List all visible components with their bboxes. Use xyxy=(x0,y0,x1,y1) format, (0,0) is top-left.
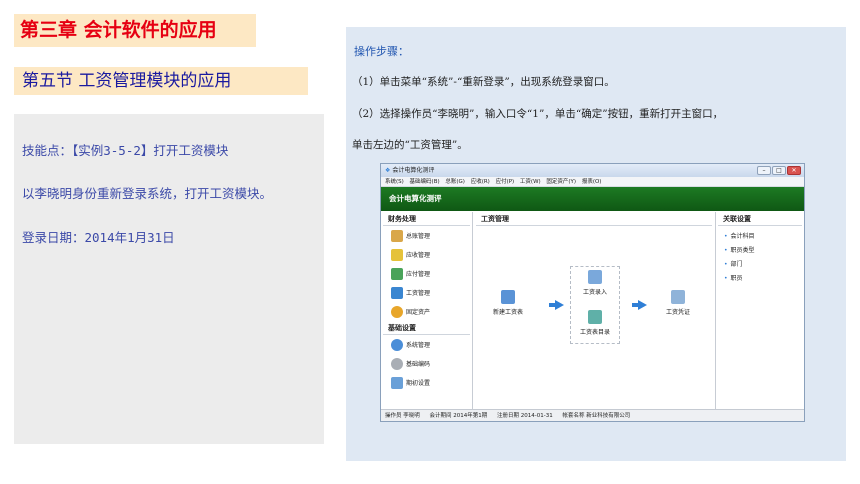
menu-fixed-assets[interactable]: 固定资产(Y) xyxy=(546,179,576,185)
nav-fixed-assets[interactable]: 固定资产 xyxy=(381,302,472,321)
close-button[interactable]: ✕ xyxy=(787,166,801,175)
maximize-button[interactable]: □ xyxy=(772,166,786,175)
menu-receivables[interactable]: 应收(R) xyxy=(471,179,490,185)
left-nav: 财务处理 总账管理 应收管理 应付管理 工资管理 固定资产 基础设置 系统管理 … xyxy=(381,212,473,409)
status-bar: 操作员 李晓明 会计期间 2014年第1期 注册日期 2014-01-31 帐套… xyxy=(381,409,804,421)
nav-label: 工资管理 xyxy=(406,290,431,297)
salary-voucher-node[interactable]: 工资凭证 xyxy=(656,290,700,316)
step-1: （1）单击菜单“系统”-“重新登录”，出现系统登录窗口。 xyxy=(352,76,615,88)
step-2-continued: 单击左边的“工资管理”。 xyxy=(352,139,468,151)
fixed-assets-icon xyxy=(391,305,403,318)
salary-list-icon xyxy=(588,310,602,324)
related-settings-panel: 关联设置 会计科目 职员类型 部门 职员 xyxy=(715,212,804,409)
status-date: 注册日期 2014-01-31 xyxy=(497,413,553,419)
related-link-employee-types[interactable]: 职员类型 xyxy=(716,244,804,258)
chapter-title: 第三章 会计软件的应用 xyxy=(14,14,256,47)
minimize-button[interactable]: – xyxy=(757,166,771,175)
system-management-icon xyxy=(391,338,403,351)
node-label: 工资录入 xyxy=(582,289,607,296)
salary-voucher-icon xyxy=(671,290,685,304)
nav-basic-codes[interactable]: 基础编码 xyxy=(381,354,472,373)
payroll-icon xyxy=(391,286,403,299)
title-bar: ❖ 会计电算化测评 – □ ✕ xyxy=(381,164,804,177)
basic-settings-header: 基础设置 xyxy=(383,321,470,335)
payroll-header: 工资管理 xyxy=(476,212,712,226)
nav-label: 应收管理 xyxy=(406,252,431,259)
related-link-accounts[interactable]: 会计科目 xyxy=(716,230,804,244)
related-link-departments[interactable]: 部门 xyxy=(716,258,804,272)
new-table-icon xyxy=(501,290,515,304)
new-salary-table-node[interactable]: 新建工资表 xyxy=(486,290,530,316)
nav-label: 总账管理 xyxy=(406,233,431,240)
gear-icon xyxy=(391,357,403,370)
steps-header: 操作步骤： xyxy=(354,45,409,58)
status-account: 帐套名称 新业科技有限公司 xyxy=(562,413,631,419)
menu-basic-codes[interactable]: 基础编码(B) xyxy=(410,179,440,185)
date-line: 登录日期：2014年1月31日 xyxy=(22,230,175,245)
node-label: 工资凭证 xyxy=(665,309,690,316)
nav-payables[interactable]: 应付管理 xyxy=(381,264,472,283)
payables-icon xyxy=(391,267,403,280)
salary-list-node[interactable]: 工资表目录 xyxy=(573,310,617,336)
step-2: （2）选择操作员“李晓明”，输入口令“1”，单击“确定”按钮，重新打开主窗口， xyxy=(352,108,724,120)
status-operator: 操作员 李晓明 xyxy=(385,413,420,419)
finance-header: 财务处理 xyxy=(383,212,470,226)
menu-general-ledger[interactable]: 总账(G) xyxy=(445,179,465,185)
related-link-employees[interactable]: 职员 xyxy=(716,272,804,286)
nav-general-ledger[interactable]: 总账管理 xyxy=(381,226,472,245)
app-logo-icon: ❖ xyxy=(385,167,391,174)
nav-system-management[interactable]: 系统管理 xyxy=(381,335,472,354)
app-banner: 会计电算化测评 xyxy=(381,187,804,211)
task-line: 以李晓明身份重新登录系统，打开工资模块。 xyxy=(22,186,273,201)
ledger-icon xyxy=(391,229,403,242)
node-label: 新建工资表 xyxy=(492,309,523,316)
nav-receivables[interactable]: 应收管理 xyxy=(381,245,472,264)
receivables-icon xyxy=(391,248,403,261)
nav-label: 基础编码 xyxy=(406,361,431,368)
menu-bar: 系统(S) 基础编码(B) 总账(G) 应收(R) 应付(P) 工资(W) 固定… xyxy=(381,177,804,187)
nav-payroll[interactable]: 工资管理 xyxy=(381,283,472,302)
app-body: 财务处理 总账管理 应收管理 应付管理 工资管理 固定资产 基础设置 系统管理 … xyxy=(381,212,804,409)
app-window: ❖ 会计电算化测评 – □ ✕ 系统(S) 基础编码(B) 总账(G) 应收(R… xyxy=(380,163,805,422)
nav-label: 期初设置 xyxy=(406,380,431,387)
nav-opening-settings[interactable]: 期初设置 xyxy=(381,373,472,392)
nav-label: 固定资产 xyxy=(406,309,431,316)
menu-payables[interactable]: 应付(P) xyxy=(496,179,515,185)
menu-payroll[interactable]: 工资(W) xyxy=(520,179,541,185)
section-title: 第五节 工资管理模块的应用 xyxy=(14,67,308,95)
payroll-workspace: 工资管理 新建工资表 工资录入 工资表目录 工资凭证 xyxy=(474,212,714,409)
skill-panel: 技能点：【实例3-5-2】打开工资模块 以李晓明身份重新登录系统，打开工资模块。… xyxy=(14,114,324,444)
nav-label: 系统管理 xyxy=(406,342,431,349)
related-settings-header: 关联设置 xyxy=(718,212,802,226)
salary-entry-node[interactable]: 工资录入 xyxy=(573,270,617,296)
menu-reports[interactable]: 报表(O) xyxy=(582,179,602,185)
salary-entry-icon xyxy=(588,270,602,284)
status-period: 会计期间 2014年第1期 xyxy=(429,413,488,419)
window-title: 会计电算化测评 xyxy=(392,167,435,174)
flow-arrow-icon xyxy=(632,300,647,310)
nav-label: 应付管理 xyxy=(406,271,431,278)
opening-settings-icon xyxy=(391,376,403,389)
skill-line: 技能点：【实例3-5-2】打开工资模块 xyxy=(22,143,229,158)
flow-arrow-icon xyxy=(549,300,564,310)
menu-system[interactable]: 系统(S) xyxy=(385,179,404,185)
node-label: 工资表目录 xyxy=(579,329,610,336)
